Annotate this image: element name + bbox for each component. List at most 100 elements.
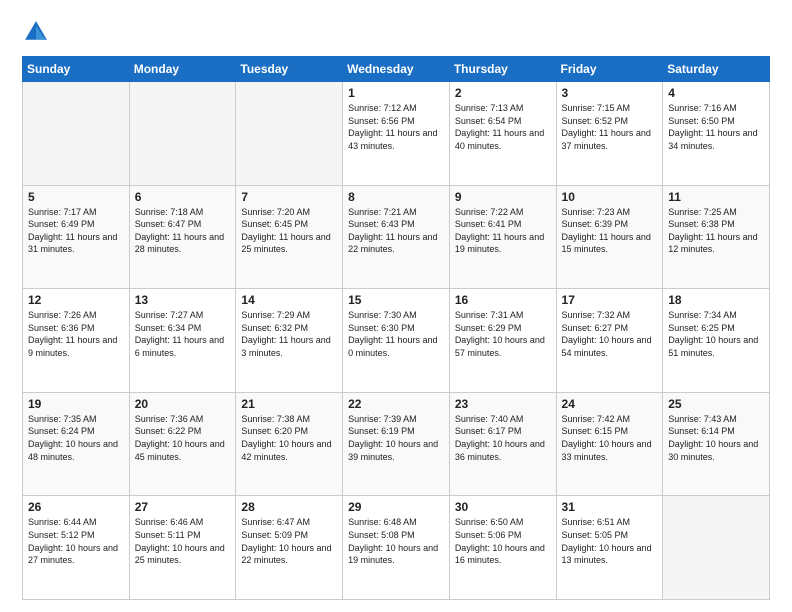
calendar-cell: 15 Sunrise: 7:30 AMSunset: 6:30 PMDayligh…	[343, 289, 450, 393]
day-header: Tuesday	[236, 57, 343, 82]
calendar-cell: 5 Sunrise: 7:17 AMSunset: 6:49 PMDaylight…	[23, 185, 130, 289]
day-number: 17	[562, 293, 658, 307]
calendar-cell: 9 Sunrise: 7:22 AMSunset: 6:41 PMDaylight…	[449, 185, 556, 289]
day-number: 19	[28, 397, 124, 411]
day-info: Sunrise: 7:26 AMSunset: 6:36 PMDaylight:…	[28, 309, 124, 359]
calendar-cell: 16Sunrise: 7:31 AMSunset: 6:29 PMDayligh…	[449, 289, 556, 393]
day-number: 3	[562, 86, 658, 100]
calendar-cell: 21 Sunrise: 7:38 AMSunset: 6:20 PMDayligh…	[236, 392, 343, 496]
day-number: 12	[28, 293, 124, 307]
day-info: Sunrise: 7:20 AMSunset: 6:45 PMDaylight:…	[241, 206, 337, 256]
calendar-cell: 1 Sunrise: 7:12 AMSunset: 6:56 PMDaylight…	[343, 82, 450, 186]
day-number: 7	[241, 190, 337, 204]
day-info: Sunrise: 7:22 AMSunset: 6:41 PMDaylight:…	[455, 206, 551, 256]
calendar-week: 12 Sunrise: 7:26 AMSunset: 6:36 PMDayligh…	[23, 289, 770, 393]
day-number: 9	[455, 190, 551, 204]
day-number: 26	[28, 500, 124, 514]
calendar-cell: 23Sunrise: 7:40 AMSunset: 6:17 PMDayligh…	[449, 392, 556, 496]
day-number: 31	[562, 500, 658, 514]
day-info: Sunrise: 6:48 AMSunset: 5:08 PMDaylight:…	[348, 516, 444, 566]
calendar-cell: 7 Sunrise: 7:20 AMSunset: 6:45 PMDaylight…	[236, 185, 343, 289]
day-info: Sunrise: 7:15 AMSunset: 6:52 PMDaylight:…	[562, 102, 658, 152]
logo-icon	[22, 18, 50, 46]
calendar-cell	[23, 82, 130, 186]
day-header: Thursday	[449, 57, 556, 82]
calendar-cell: 25 Sunrise: 7:43 AMSunset: 6:14 PMDayligh…	[663, 392, 770, 496]
day-number: 2	[455, 86, 551, 100]
calendar-cell	[129, 82, 236, 186]
day-number: 11	[668, 190, 764, 204]
calendar-week: 5 Sunrise: 7:17 AMSunset: 6:49 PMDaylight…	[23, 185, 770, 289]
day-info: Sunrise: 7:40 AMSunset: 6:17 PMDaylight:…	[455, 413, 551, 463]
day-number: 10	[562, 190, 658, 204]
calendar-cell: 2Sunrise: 7:13 AMSunset: 6:54 PMDaylight…	[449, 82, 556, 186]
calendar-cell: 24Sunrise: 7:42 AMSunset: 6:15 PMDayligh…	[556, 392, 663, 496]
day-number: 24	[562, 397, 658, 411]
day-info: Sunrise: 7:29 AMSunset: 6:32 PMDaylight:…	[241, 309, 337, 359]
calendar-cell: 11 Sunrise: 7:25 AMSunset: 6:38 PMDayligh…	[663, 185, 770, 289]
header	[22, 18, 770, 46]
day-number: 8	[348, 190, 444, 204]
day-number: 5	[28, 190, 124, 204]
day-number: 27	[135, 500, 231, 514]
day-number: 21	[241, 397, 337, 411]
calendar-cell: 30 Sunrise: 6:50 AMSunset: 5:06 PMDayligh…	[449, 496, 556, 600]
day-info: Sunrise: 7:27 AMSunset: 6:34 PMDaylight:…	[135, 309, 231, 359]
day-number: 6	[135, 190, 231, 204]
day-number: 1	[348, 86, 444, 100]
calendar-cell: 4 Sunrise: 7:16 AMSunset: 6:50 PMDaylight…	[663, 82, 770, 186]
calendar-cell: 26 Sunrise: 6:44 AMSunset: 5:12 PMDayligh…	[23, 496, 130, 600]
calendar-cell: 20Sunrise: 7:36 AMSunset: 6:22 PMDayligh…	[129, 392, 236, 496]
day-number: 4	[668, 86, 764, 100]
day-number: 30	[455, 500, 551, 514]
calendar-cell: 28 Sunrise: 6:47 AMSunset: 5:09 PMDayligh…	[236, 496, 343, 600]
calendar-cell: 18 Sunrise: 7:34 AMSunset: 6:25 PMDayligh…	[663, 289, 770, 393]
calendar-week: 1 Sunrise: 7:12 AMSunset: 6:56 PMDaylight…	[23, 82, 770, 186]
day-info: Sunrise: 7:16 AMSunset: 6:50 PMDaylight:…	[668, 102, 764, 152]
calendar-cell: 6 Sunrise: 7:18 AMSunset: 6:47 PMDaylight…	[129, 185, 236, 289]
day-number: 14	[241, 293, 337, 307]
calendar-cell: 13 Sunrise: 7:27 AMSunset: 6:34 PMDayligh…	[129, 289, 236, 393]
calendar-cell: 8Sunrise: 7:21 AMSunset: 6:43 PMDaylight…	[343, 185, 450, 289]
day-info: Sunrise: 7:17 AMSunset: 6:49 PMDaylight:…	[28, 206, 124, 256]
day-info: Sunrise: 6:47 AMSunset: 5:09 PMDaylight:…	[241, 516, 337, 566]
day-number: 22	[348, 397, 444, 411]
day-number: 20	[135, 397, 231, 411]
calendar-cell: 14 Sunrise: 7:29 AMSunset: 6:32 PMDayligh…	[236, 289, 343, 393]
day-number: 28	[241, 500, 337, 514]
day-info: Sunrise: 7:34 AMSunset: 6:25 PMDaylight:…	[668, 309, 764, 359]
day-header: Sunday	[23, 57, 130, 82]
day-number: 25	[668, 397, 764, 411]
day-info: Sunrise: 7:35 AMSunset: 6:24 PMDaylight:…	[28, 413, 124, 463]
day-header: Wednesday	[343, 57, 450, 82]
day-info: Sunrise: 7:12 AMSunset: 6:56 PMDaylight:…	[348, 102, 444, 152]
calendar-cell: 10 Sunrise: 7:23 AMSunset: 6:39 PMDayligh…	[556, 185, 663, 289]
calendar-cell: 3 Sunrise: 7:15 AMSunset: 6:52 PMDaylight…	[556, 82, 663, 186]
day-header: Friday	[556, 57, 663, 82]
calendar-cell: 22Sunrise: 7:39 AMSunset: 6:19 PMDayligh…	[343, 392, 450, 496]
day-info: Sunrise: 7:25 AMSunset: 6:38 PMDaylight:…	[668, 206, 764, 256]
day-info: Sunrise: 6:44 AMSunset: 5:12 PMDaylight:…	[28, 516, 124, 566]
day-info: Sunrise: 6:50 AMSunset: 5:06 PMDaylight:…	[455, 516, 551, 566]
calendar-cell: 27 Sunrise: 6:46 AMSunset: 5:11 PMDayligh…	[129, 496, 236, 600]
day-info: Sunrise: 7:23 AMSunset: 6:39 PMDaylight:…	[562, 206, 658, 256]
day-info: Sunrise: 7:30 AMSunset: 6:30 PMDaylight:…	[348, 309, 444, 359]
calendar-cell: 29 Sunrise: 6:48 AMSunset: 5:08 PMDayligh…	[343, 496, 450, 600]
day-info: Sunrise: 7:43 AMSunset: 6:14 PMDaylight:…	[668, 413, 764, 463]
day-info: Sunrise: 7:18 AMSunset: 6:47 PMDaylight:…	[135, 206, 231, 256]
day-number: 16	[455, 293, 551, 307]
day-info: Sunrise: 7:38 AMSunset: 6:20 PMDaylight:…	[241, 413, 337, 463]
page: SundayMondayTuesdayWednesdayThursdayFrid…	[0, 0, 792, 612]
day-number: 13	[135, 293, 231, 307]
day-number: 29	[348, 500, 444, 514]
calendar-cell: 19 Sunrise: 7:35 AMSunset: 6:24 PMDayligh…	[23, 392, 130, 496]
logo	[22, 18, 54, 46]
calendar-cell: 17 Sunrise: 7:32 AMSunset: 6:27 PMDayligh…	[556, 289, 663, 393]
day-info: Sunrise: 6:46 AMSunset: 5:11 PMDaylight:…	[135, 516, 231, 566]
day-number: 15	[348, 293, 444, 307]
calendar-cell: 12 Sunrise: 7:26 AMSunset: 6:36 PMDayligh…	[23, 289, 130, 393]
day-number: 18	[668, 293, 764, 307]
calendar-cell	[663, 496, 770, 600]
day-info: Sunrise: 7:32 AMSunset: 6:27 PMDaylight:…	[562, 309, 658, 359]
calendar-table: SundayMondayTuesdayWednesdayThursdayFrid…	[22, 56, 770, 600]
